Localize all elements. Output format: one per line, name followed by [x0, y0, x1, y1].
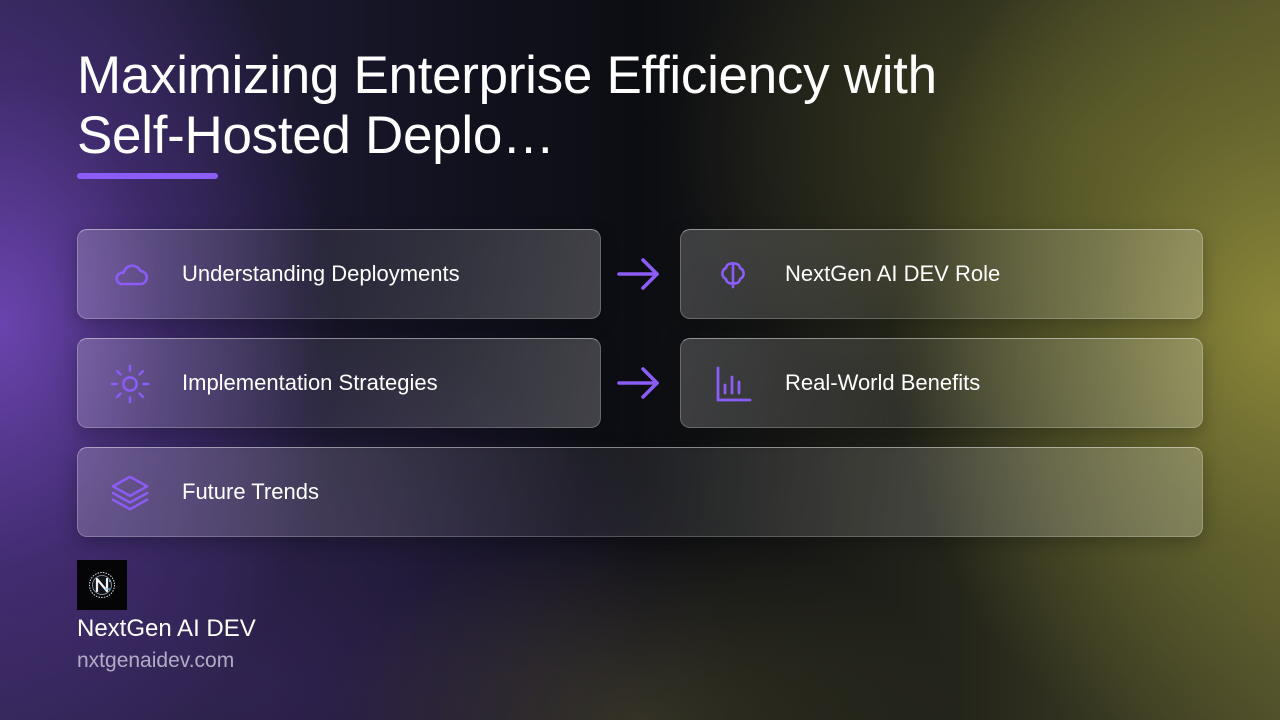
- arrow-right-icon: [614, 358, 664, 408]
- slide-title-line-1: Maximizing Enterprise Efficiency with: [77, 46, 937, 105]
- arrow-right-icon: [614, 249, 664, 299]
- card-implementation-strategies[interactable]: Implementation Strategies: [77, 338, 601, 428]
- card-nextgen-ai-dev-role[interactable]: NextGen AI DEV Role: [680, 229, 1203, 319]
- brand-url[interactable]: nxtgenaidev.com: [77, 649, 234, 673]
- card-label: NextGen AI DEV Role: [785, 261, 1001, 286]
- card-label: Future Trends: [182, 479, 319, 504]
- nextgen-logo-icon: [77, 560, 127, 610]
- title-underline: [77, 173, 218, 179]
- brain-icon: [713, 255, 753, 295]
- card-real-world-benefits[interactable]: Real-World Benefits: [680, 338, 1203, 428]
- card-label: Real-World Benefits: [785, 370, 981, 395]
- card-label: Understanding Deployments: [182, 261, 460, 286]
- slide-title-line-2: Self-Hosted Deplo…: [77, 106, 555, 165]
- bar-chart-icon: [713, 364, 753, 404]
- layers-icon: [110, 473, 150, 513]
- card-label: Implementation Strategies: [182, 370, 438, 395]
- card-understanding-deployments[interactable]: Understanding Deployments: [77, 229, 601, 319]
- sun-gear-icon: [110, 364, 150, 404]
- slide-title: Maximizing Enterprise Efficiency with Se…: [77, 46, 1017, 166]
- brand-name: NextGen AI DEV: [77, 615, 256, 642]
- card-future-trends[interactable]: Future Trends: [77, 447, 1203, 537]
- cloud-icon: [110, 255, 150, 295]
